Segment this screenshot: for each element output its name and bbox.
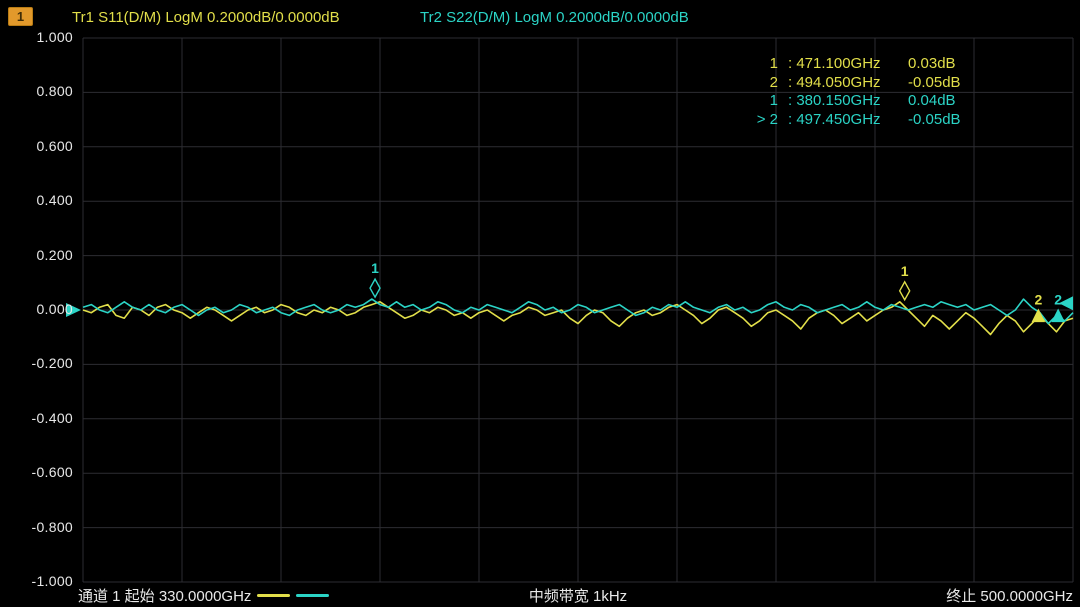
marker-1-diamond-icon[interactable]	[900, 282, 910, 300]
y-tick-label: -0.200	[0, 355, 73, 371]
marker-number: > 2	[748, 111, 778, 128]
y-tick-label: 0.000	[0, 301, 73, 317]
trace2-header-label[interactable]: Tr2 S22(D/M) LogM 0.2000dB/0.0000dB	[420, 9, 689, 26]
marker-frequency: : 471.100GHz	[788, 55, 906, 72]
if-bandwidth-label[interactable]: 中频带宽 1kHz	[83, 585, 1073, 606]
marker-label: 1	[901, 263, 909, 279]
marker-1-diamond-icon[interactable]	[370, 279, 380, 297]
marker-value: 0.04dB	[908, 92, 956, 109]
marker-value: -0.05dB	[908, 74, 961, 91]
y-tick-label: 0.600	[0, 138, 73, 154]
marker-label: 1	[371, 260, 379, 276]
marker-readout-row: 2 : 494.050GHz -0.05dB	[748, 74, 961, 93]
trace1-header-label[interactable]: Tr1 S11(D/M) LogM 0.2000dB/0.0000dB	[72, 9, 340, 26]
marker-number: 1	[748, 55, 778, 72]
y-tick-label: 1.000	[0, 29, 73, 45]
marker-frequency: : 497.450GHz	[788, 111, 906, 128]
y-tick-label: 0.400	[0, 192, 73, 208]
y-tick-label: -0.400	[0, 410, 73, 426]
y-tick-label: -0.800	[0, 519, 73, 535]
y-tick-label: 0.800	[0, 83, 73, 99]
y-tick-label: 0.200	[0, 247, 73, 263]
marker-frequency: : 380.150GHz	[788, 92, 906, 109]
y-axis: 1.000 0.800 0.600 0.400 0.200 0.000 -0.200 -0.4…	[0, 0, 76, 607]
marker-number: 2	[748, 74, 778, 91]
marker-readout: 1 : 471.100GHz 0.03dB 2 : 494.050GHz -0.…	[748, 55, 961, 129]
marker-readout-row: 1 : 471.100GHz 0.03dB	[748, 55, 961, 74]
marker-number: 1	[748, 92, 778, 109]
marker-label: 2	[1034, 292, 1042, 308]
stop-frequency-label[interactable]: 终止 500.0000GHz	[946, 585, 1073, 606]
marker-2-triangle-icon[interactable]	[1052, 310, 1064, 322]
y-tick-label: -0.600	[0, 464, 73, 480]
marker-label: 2	[1054, 292, 1062, 308]
marker-readout-row-active: > 2 : 497.450GHz -0.05dB	[748, 111, 961, 130]
marker-value: 0.03dB	[908, 55, 956, 72]
status-bar: 通道 1 起始 330.0000GHz 中频带宽 1kHz 终止 500.000…	[0, 583, 1080, 607]
marker-frequency: : 494.050GHz	[788, 74, 906, 91]
marker-readout-row: 1 : 380.150GHz 0.04dB	[748, 92, 961, 111]
marker-value: -0.05dB	[908, 111, 961, 128]
